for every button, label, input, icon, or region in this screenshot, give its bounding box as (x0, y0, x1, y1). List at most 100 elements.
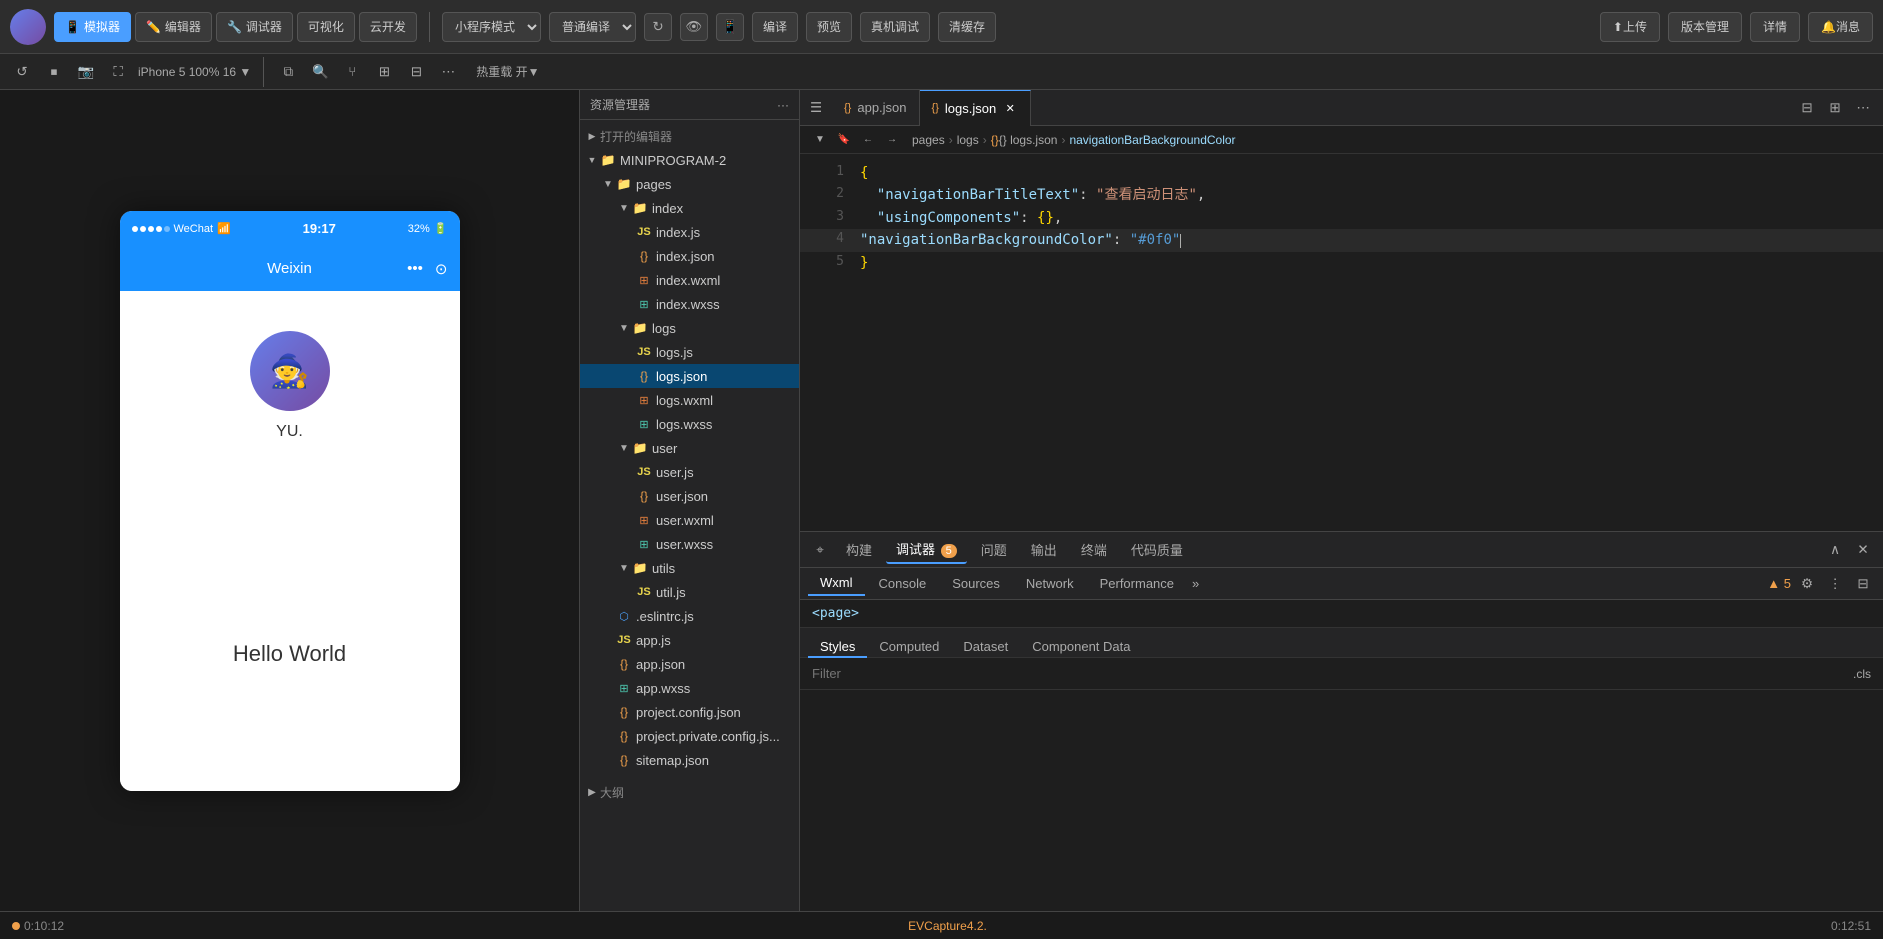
tree-project-config[interactable]: {} project.config.json (580, 700, 799, 724)
tree-app-js[interactable]: JS app.js (580, 628, 799, 652)
tree-logs-json[interactable]: {} logs.json (580, 364, 799, 388)
tree-index-folder[interactable]: ▼ 📁 index (580, 196, 799, 220)
editor-menu-btn[interactable]: ☰ (804, 96, 828, 120)
nav-forward-btn[interactable]: → (880, 128, 904, 152)
tree-app-json[interactable]: {} app.json (580, 652, 799, 676)
devtab-output[interactable]: 输出 (1021, 536, 1067, 563)
stop-btn[interactable]: ⏹ (42, 60, 66, 84)
tree-index-json[interactable]: {} index.json (580, 244, 799, 268)
tree-util-js[interactable]: JS util.js (580, 580, 799, 604)
tree-index-wxss[interactable]: ⊞ index.wxss (580, 292, 799, 316)
translate-select[interactable]: 普通编译 (549, 12, 636, 42)
device-test-btn[interactable]: 📱 (716, 13, 744, 41)
inspector-tab-performance[interactable]: Performance (1088, 572, 1186, 595)
tree-pages[interactable]: ▼ 📁 pages (580, 172, 799, 196)
split-editor-btn[interactable]: ⊟ (1795, 96, 1819, 120)
tree-logs-wxml[interactable]: ⊞ logs.wxml (580, 388, 799, 412)
search-btn[interactable]: 🔍 (308, 60, 332, 84)
tree-user-wxss[interactable]: ⊞ user.wxss (580, 532, 799, 556)
refresh-btn[interactable]: ↻ (644, 13, 672, 41)
clear-cache-btn[interactable]: 清缓存 (938, 12, 996, 42)
tab-simulator[interactable]: 📱 模拟器 (54, 12, 131, 42)
details-btn[interactable]: 详情 (1750, 12, 1800, 42)
nav-camera[interactable]: ⊙ (435, 260, 448, 278)
tree-utils-folder[interactable]: ▼ 📁 utils (580, 556, 799, 580)
open-editors-section[interactable]: ▶ 打开的编辑器 (580, 124, 799, 148)
preview-icon-btn[interactable]: 👁 (680, 13, 708, 41)
tree-user-wxml[interactable]: ⊞ user.wxml (580, 508, 799, 532)
inspector-tab-sources[interactable]: Sources (940, 572, 1012, 595)
tree-eslintrc[interactable]: ⬡ .eslintrc.js (580, 604, 799, 628)
status-left: 0:10:12 (12, 919, 64, 933)
style-tab-computed[interactable]: Computed (867, 628, 951, 658)
copy-btn[interactable]: ⧉ (276, 60, 300, 84)
more-btn[interactable]: ⋯ (436, 60, 460, 84)
tab-logs-json[interactable]: {} logs.json ✕ (920, 90, 1032, 126)
devtab-build[interactable]: 构建 (836, 536, 882, 563)
tab-editor[interactable]: ✏️ 编辑器 (135, 12, 212, 42)
nav-bookmark-btn[interactable]: 🔖 (832, 128, 856, 152)
network-type: WeChat (174, 223, 214, 235)
inspector-layout-btn[interactable]: ⊟ (1851, 572, 1875, 596)
tree-logs-folder[interactable]: ▼ 📁 logs (580, 316, 799, 340)
compile-btn[interactable]: 编译 (752, 12, 798, 42)
style-tab-dataset[interactable]: Dataset (951, 628, 1020, 658)
tree-user-json[interactable]: {} user.json (580, 484, 799, 508)
devtools-inspector-btn[interactable]: ⌖ (808, 538, 832, 562)
nav-collapse-btn[interactable]: ▼ (808, 128, 832, 152)
tree-index-wxml[interactable]: ⊞ index.wxml (580, 268, 799, 292)
inspector-more-btn[interactable]: ⋮ (1823, 572, 1847, 596)
tree-user-folder[interactable]: ▼ 📁 user (580, 436, 799, 460)
inspector-settings-btn[interactable]: ⚙ (1795, 572, 1819, 596)
screenshot-btn[interactable]: 📷 (74, 60, 98, 84)
hot-reload[interactable]: 热重载 开▼ (476, 63, 539, 80)
tab-debugger[interactable]: 🔧 调试器 (216, 12, 293, 42)
code-editor[interactable]: 1 { 2 "navigationBarTitleText": "查看启动日志"… (800, 154, 1883, 531)
nav-back-btn[interactable]: ← (856, 128, 880, 152)
tab-cloud[interactable]: 云开发 (359, 12, 417, 42)
mode-select[interactable]: 小程序模式 (442, 12, 541, 42)
layout-toggle-btn[interactable]: ⊞ (1823, 96, 1847, 120)
devtools-close-btn[interactable]: ✕ (1851, 538, 1875, 562)
inspector-tab-console[interactable]: Console (867, 572, 939, 595)
devtab-terminal[interactable]: 终端 (1071, 536, 1117, 563)
json-icon-6: {} (616, 728, 632, 744)
tree-logs-js[interactable]: JS logs.js (580, 340, 799, 364)
expand-btn[interactable]: ⛶ (106, 60, 130, 84)
tree-user-js[interactable]: JS user.js (580, 460, 799, 484)
devtab-codequality[interactable]: 代码质量 (1121, 536, 1193, 563)
inspector-tabs-more[interactable]: » (1192, 576, 1199, 591)
preview-btn[interactable]: 预览 (806, 12, 852, 42)
devtab-debugger[interactable]: 调试器 5 (886, 535, 967, 564)
more-tabs-btn[interactable]: ⋯ (1851, 96, 1875, 120)
tree-index-js[interactable]: JS index.js (580, 220, 799, 244)
nav-dots[interactable]: ••• (407, 260, 423, 278)
device-debug-btn[interactable]: 真机调试 (860, 12, 930, 42)
tab-visualize[interactable]: 可视化 (297, 12, 355, 42)
version-btn[interactable]: 版本管理 (1668, 12, 1742, 42)
tree-app-wxss[interactable]: ⊞ app.wxss (580, 676, 799, 700)
inspector-tab-network[interactable]: Network (1014, 572, 1086, 595)
filter-input[interactable] (812, 666, 1853, 681)
style-tab-styles[interactable]: Styles (808, 628, 867, 658)
tree-project-private[interactable]: {} project.private.config.js... (580, 724, 799, 748)
devtools-expand-btn[interactable]: ∧ (1823, 538, 1847, 562)
upload-btn[interactable]: ⬆ 上传 (1600, 12, 1660, 42)
branch-btn[interactable]: ⑂ (340, 60, 364, 84)
filetree-menu-icon[interactable]: ··· (777, 98, 789, 112)
tab-app-json[interactable]: {} app.json (832, 90, 920, 126)
style-tab-componentdata[interactable]: Component Data (1020, 628, 1142, 658)
project-root[interactable]: ▼ 📁 MINIPROGRAM-2 (580, 148, 799, 172)
tree-sitemap[interactable]: {} sitemap.json (580, 748, 799, 772)
logs-wxml-label: logs.wxml (656, 393, 713, 408)
tree-logs-wxss[interactable]: ⊞ logs.wxss (580, 412, 799, 436)
grid-btn[interactable]: ⊞ (372, 60, 396, 84)
inspector-tab-wxml[interactable]: Wxml (808, 571, 865, 596)
tree-dagang-section[interactable]: ▶ 大纲 (580, 780, 799, 804)
devtab-issues[interactable]: 问题 (971, 536, 1017, 563)
cls-button[interactable]: .cls (1853, 667, 1871, 681)
refresh-small-btn[interactable]: ↺ (10, 60, 34, 84)
tab-close-btn[interactable]: ✕ (1002, 100, 1018, 116)
message-btn[interactable]: 🔔 消息 (1808, 12, 1873, 42)
layout-btn[interactable]: ⊟ (404, 60, 428, 84)
